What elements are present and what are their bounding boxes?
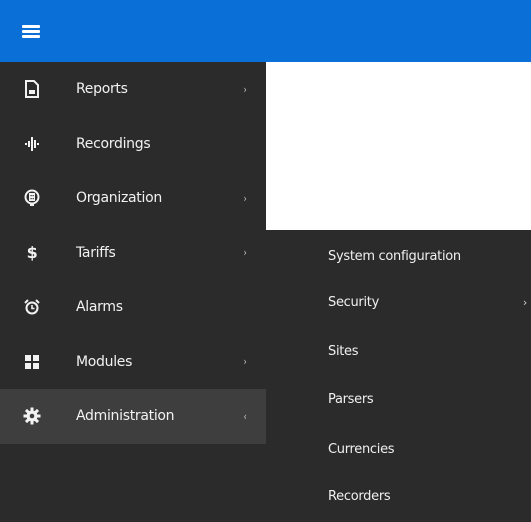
sidebar-item-recordings[interactable]: Recordings bbox=[0, 117, 266, 172]
top-bar bbox=[0, 0, 531, 62]
sidebar-item-alarms[interactable]: Alarms bbox=[0, 280, 266, 335]
sidebar-item-label: Modules bbox=[76, 353, 133, 370]
chevron-right-icon: › bbox=[243, 355, 247, 369]
sidebar-item-label: Administration bbox=[76, 408, 175, 425]
sidebar-item-label: Organization bbox=[76, 190, 162, 207]
submenu-item-recorders[interactable]: Recorders bbox=[266, 472, 531, 520]
submenu-item-label: Parsers bbox=[328, 391, 374, 407]
alarm-clock-icon bbox=[23, 298, 41, 316]
gear-icon bbox=[23, 407, 41, 425]
sidebar-item-label: Alarms bbox=[76, 299, 123, 316]
sidebar-item-label: Reports bbox=[76, 81, 128, 98]
submenu-item-label: Currencies bbox=[328, 441, 395, 457]
administration-submenu: System configuration Security › Sites Pa… bbox=[266, 230, 531, 522]
submenu-item-label: Sites bbox=[328, 343, 359, 359]
sidebar-item-label: Recordings bbox=[76, 135, 151, 152]
sidebar-item-administration[interactable]: Administration ‹ bbox=[0, 389, 266, 444]
report-icon bbox=[23, 80, 41, 99]
submenu-item-parsers[interactable]: Parsers bbox=[266, 375, 531, 423]
sidebar-item-label: Tariffs bbox=[76, 244, 116, 261]
dollar-icon: $ bbox=[26, 243, 38, 263]
submenu-item-label: System configuration bbox=[328, 248, 461, 264]
chevron-left-icon: ‹ bbox=[243, 409, 247, 423]
sidebar-item-modules[interactable]: Modules › bbox=[0, 335, 266, 390]
waveform-icon bbox=[23, 135, 41, 153]
chevron-right-icon: › bbox=[243, 246, 247, 260]
chevron-right-icon: › bbox=[243, 191, 247, 205]
modules-icon bbox=[23, 353, 41, 371]
sidebar-item-organization[interactable]: Organization › bbox=[0, 171, 266, 226]
submenu-item-label: Security bbox=[328, 294, 379, 310]
sidebar-item-tariffs[interactable]: $ Tariffs › bbox=[0, 226, 266, 281]
content-area bbox=[266, 62, 531, 230]
hamburger-menu-button[interactable] bbox=[0, 0, 62, 62]
submenu-item-sites[interactable]: Sites bbox=[266, 327, 531, 375]
chevron-right-icon: › bbox=[522, 295, 527, 309]
submenu-item-currencies[interactable]: Currencies bbox=[266, 425, 531, 473]
submenu-item-security[interactable]: Security › bbox=[266, 278, 531, 326]
submenu-item-label: Recorders bbox=[328, 488, 391, 504]
chevron-right-icon: › bbox=[243, 82, 247, 96]
submenu-item-system-configuration[interactable]: System configuration bbox=[266, 232, 531, 280]
sidebar-nav: Reports › Recordings Organization › $ Ta… bbox=[0, 62, 266, 522]
sidebar-item-reports[interactable]: Reports › bbox=[0, 62, 266, 117]
organization-icon bbox=[23, 189, 41, 207]
hamburger-icon bbox=[22, 24, 40, 38]
